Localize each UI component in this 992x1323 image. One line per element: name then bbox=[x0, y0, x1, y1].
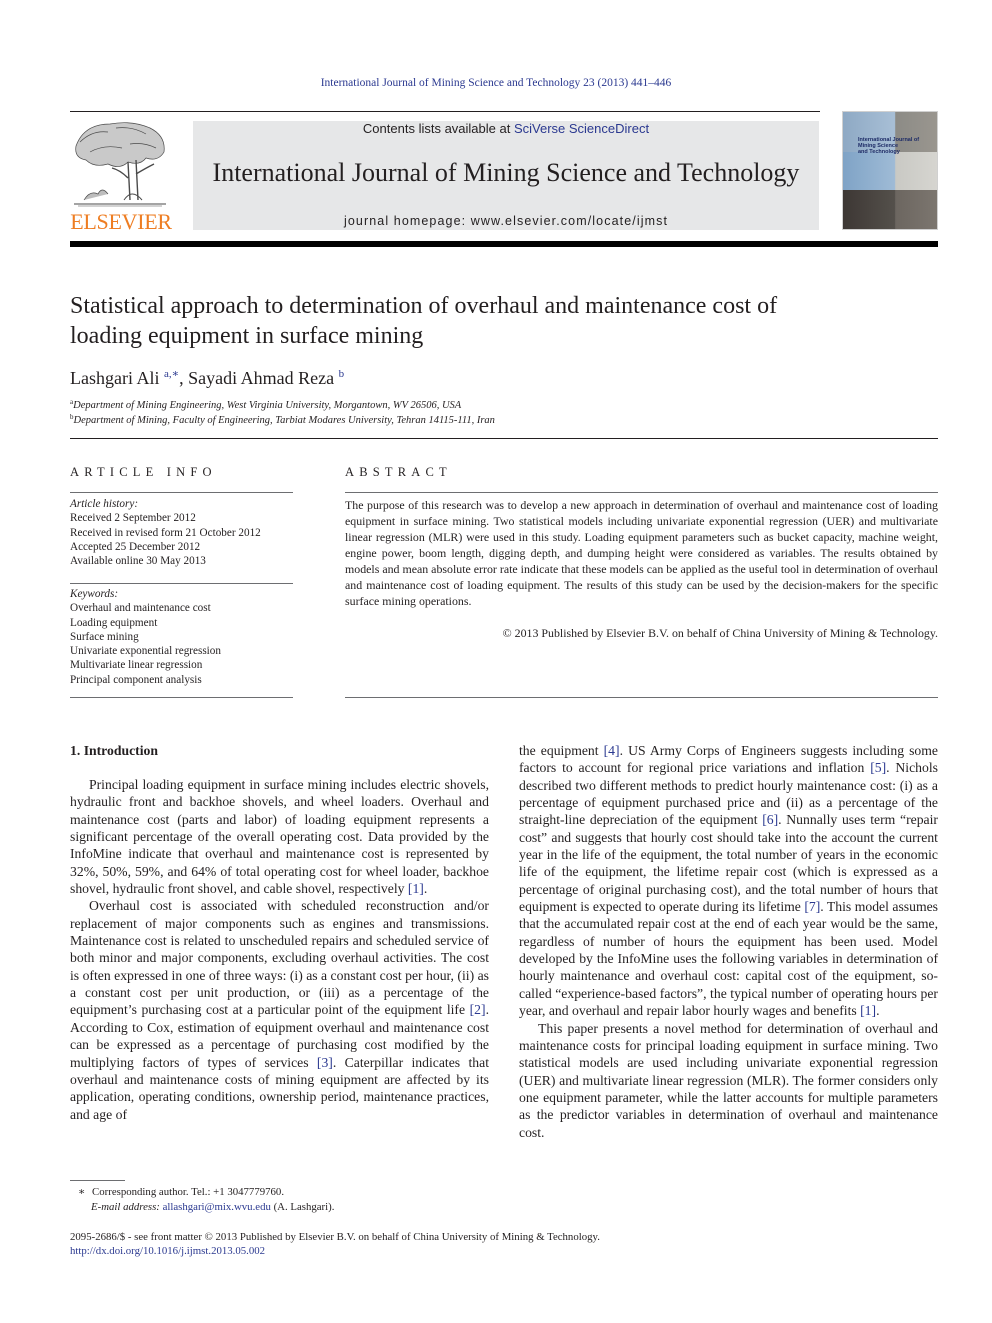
corresponding-mark: ∗ bbox=[78, 1186, 86, 1198]
keyword-item: Overhaul and maintenance cost bbox=[70, 602, 211, 615]
abstract-rule bbox=[345, 492, 938, 493]
cover-title-line: and Technology bbox=[858, 149, 900, 155]
author-name: Sayadi Ahmad Reza bbox=[188, 368, 335, 388]
history-item: Available online 30 May 2013 bbox=[70, 555, 206, 568]
author-name: Lashgari Ali bbox=[70, 368, 160, 388]
abstract-copyright: © 2013 Published by Elsevier B.V. on beh… bbox=[502, 626, 938, 640]
journal-cover-image[interactable]: International Journal of Mining Science … bbox=[842, 111, 938, 230]
author-affiliation-mark[interactable]: b bbox=[339, 368, 345, 380]
affiliation: bDepartment of Mining, Faculty of Engine… bbox=[70, 410, 495, 428]
elsevier-wordmark: ELSEVIER bbox=[70, 209, 172, 234]
article-info-heading: ARTICLE INFO bbox=[70, 465, 217, 479]
citation-link[interactable]: [3] bbox=[317, 1055, 333, 1070]
contents-line: Contents lists available at SciVerse Sci… bbox=[193, 121, 819, 137]
journal-homepage[interactable]: journal homepage: www.elsevier.com/locat… bbox=[193, 213, 819, 229]
history-item: Received in revised form 21 October 2012 bbox=[70, 526, 261, 539]
abstract-bottom-rule bbox=[345, 697, 938, 698]
citation-link[interactable]: [5] bbox=[870, 760, 886, 775]
body-paragraph: the equipment [4]. US Army Corps of Engi… bbox=[519, 743, 938, 1019]
email-footnote: E-mail address: allashgari@mix.wvu.edu (… bbox=[91, 1200, 334, 1215]
section-heading: 1. Introduction bbox=[70, 743, 158, 758]
article-title: Statistical approach to determination of… bbox=[70, 293, 778, 349]
body-left-column: Principal loading equipment in surface m… bbox=[70, 776, 489, 1123]
citation-link[interactable]: [1] bbox=[408, 881, 424, 896]
author-email-link[interactable]: allashgari@mix.wvu.edu bbox=[163, 1201, 271, 1213]
author-separator: , bbox=[179, 368, 189, 388]
abstract-text: The purpose of this research was to deve… bbox=[345, 498, 939, 608]
journal-masthead: Contents lists available at SciVerse Sci… bbox=[193, 121, 819, 230]
author-list: Lashgari Ali a,∗, Sayadi Ahmad Reza b bbox=[70, 362, 344, 390]
citation-link[interactable]: [6] bbox=[762, 812, 778, 827]
doi-link[interactable]: http://dx.doi.org/10.1016/j.ijmst.2013.0… bbox=[70, 1245, 265, 1257]
journal-title: International Journal of Mining Science … bbox=[212, 158, 800, 187]
body-paragraph: This paper presents a novel method for d… bbox=[519, 1020, 938, 1140]
header-bottom-rule bbox=[70, 241, 938, 247]
cover-title: International Journal of Mining Science … bbox=[858, 137, 919, 155]
article-info-bottom-rule bbox=[70, 697, 293, 698]
history-item: Received 2 September 2012 bbox=[70, 512, 196, 525]
cover-middle-band bbox=[843, 152, 937, 190]
citation-link[interactable]: [1] bbox=[860, 1003, 876, 1018]
cover-bottom-band bbox=[843, 190, 937, 229]
author-affiliation-mark[interactable]: a,∗ bbox=[164, 368, 179, 380]
history-item: Accepted 25 December 2012 bbox=[70, 540, 201, 553]
keyword-item: Surface mining bbox=[70, 630, 139, 643]
article-history: Article history: Received 2 September 20… bbox=[70, 497, 300, 568]
contents-prefix: Contents lists available at bbox=[362, 121, 514, 136]
article-info-rule bbox=[70, 492, 293, 493]
elsevier-tree-icon bbox=[74, 122, 166, 207]
keyword-item: Univariate exponential regression bbox=[70, 645, 221, 658]
citation-link[interactable]: [4] bbox=[604, 743, 620, 758]
body-paragraph: Overhaul cost is associated with schedul… bbox=[70, 898, 489, 1122]
abstract-heading: ABSTRACT bbox=[345, 465, 452, 479]
body-paragraph: Principal loading equipment in surface m… bbox=[70, 777, 489, 897]
keywords-rule bbox=[70, 583, 293, 584]
doi-line: http://dx.doi.org/10.1016/j.ijmst.2013.0… bbox=[70, 1244, 265, 1259]
keyword-item: Multivariate linear regression bbox=[70, 659, 203, 672]
elsevier-logo[interactable]: ELSEVIER bbox=[70, 118, 172, 234]
running-head[interactable]: International Journal of Mining Science … bbox=[0, 77, 992, 89]
corresponding-author-footnote: ∗ Corresponding author. Tel.: +1 3047779… bbox=[78, 1185, 284, 1200]
email-label: E-mail address: bbox=[91, 1201, 160, 1213]
corresponding-text: Corresponding author. Tel.: +1 304777976… bbox=[92, 1186, 285, 1198]
keyword-item: Loading equipment bbox=[70, 616, 158, 629]
header-top-rule bbox=[70, 111, 820, 112]
affiliation-rule bbox=[70, 438, 938, 439]
keywords-label: Keywords: bbox=[70, 588, 119, 600]
citation-link[interactable]: [7] bbox=[804, 899, 820, 914]
issn-line: 2095-2686/$ - see front matter © 2013 Pu… bbox=[70, 1231, 600, 1243]
keyword-item: Principal component analysis bbox=[70, 673, 202, 686]
running-head-text[interactable]: International Journal of Mining Science … bbox=[321, 77, 672, 89]
citation-link[interactable]: [2] bbox=[470, 1002, 486, 1017]
email-suffix: (A. Lashgari). bbox=[270, 1201, 335, 1213]
affiliation-text: Department of Mining, Faculty of Enginee… bbox=[73, 415, 495, 426]
footnote-rule bbox=[70, 1180, 125, 1181]
article-history-label: Article history: bbox=[70, 498, 139, 510]
sciencedirect-link[interactable]: SciVerse ScienceDirect bbox=[514, 121, 649, 136]
keywords: Keywords: Overhaul and maintenance cost … bbox=[70, 587, 300, 687]
body-right-column: the equipment [4]. US Army Corps of Engi… bbox=[519, 742, 938, 1141]
